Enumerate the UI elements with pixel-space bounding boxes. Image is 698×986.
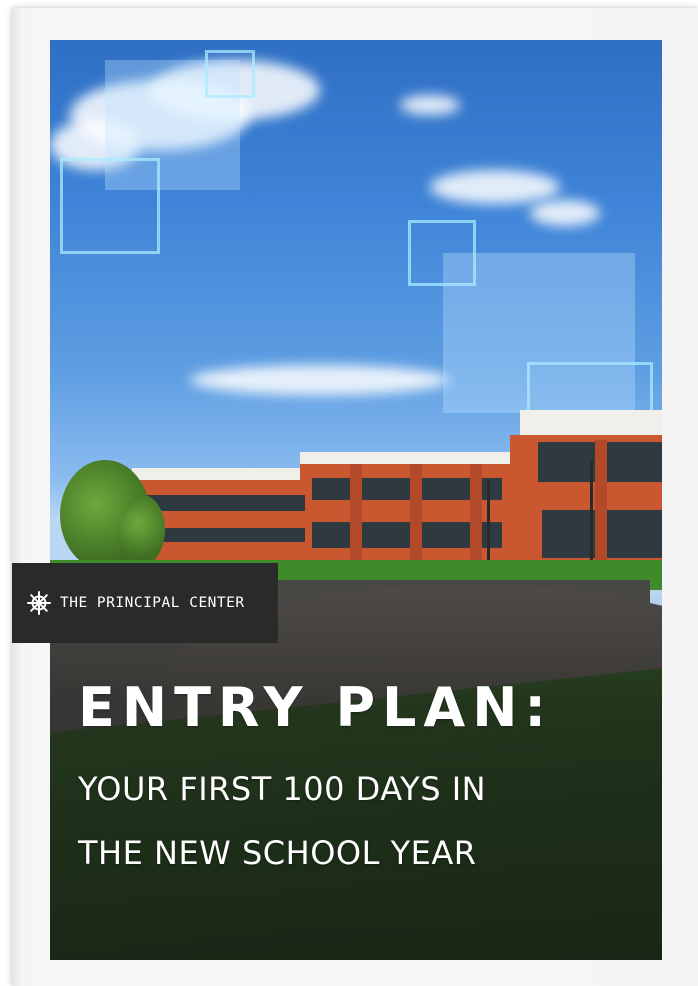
ships-wheel-icon <box>26 590 52 616</box>
brand-name: THE PRINCIPAL CENTER <box>60 595 245 611</box>
photo-overlay <box>50 40 662 960</box>
cover-subtitle-line: YOUR FIRST 100 DAYS IN <box>78 770 487 808</box>
brand-band: THE PRINCIPAL CENTER <box>12 563 278 643</box>
cover-subtitle-line: THE NEW SCHOOL YEAR <box>78 834 477 872</box>
cover-title: ENTRY PLAN: <box>78 676 554 739</box>
cover-photo <box>50 40 662 960</box>
